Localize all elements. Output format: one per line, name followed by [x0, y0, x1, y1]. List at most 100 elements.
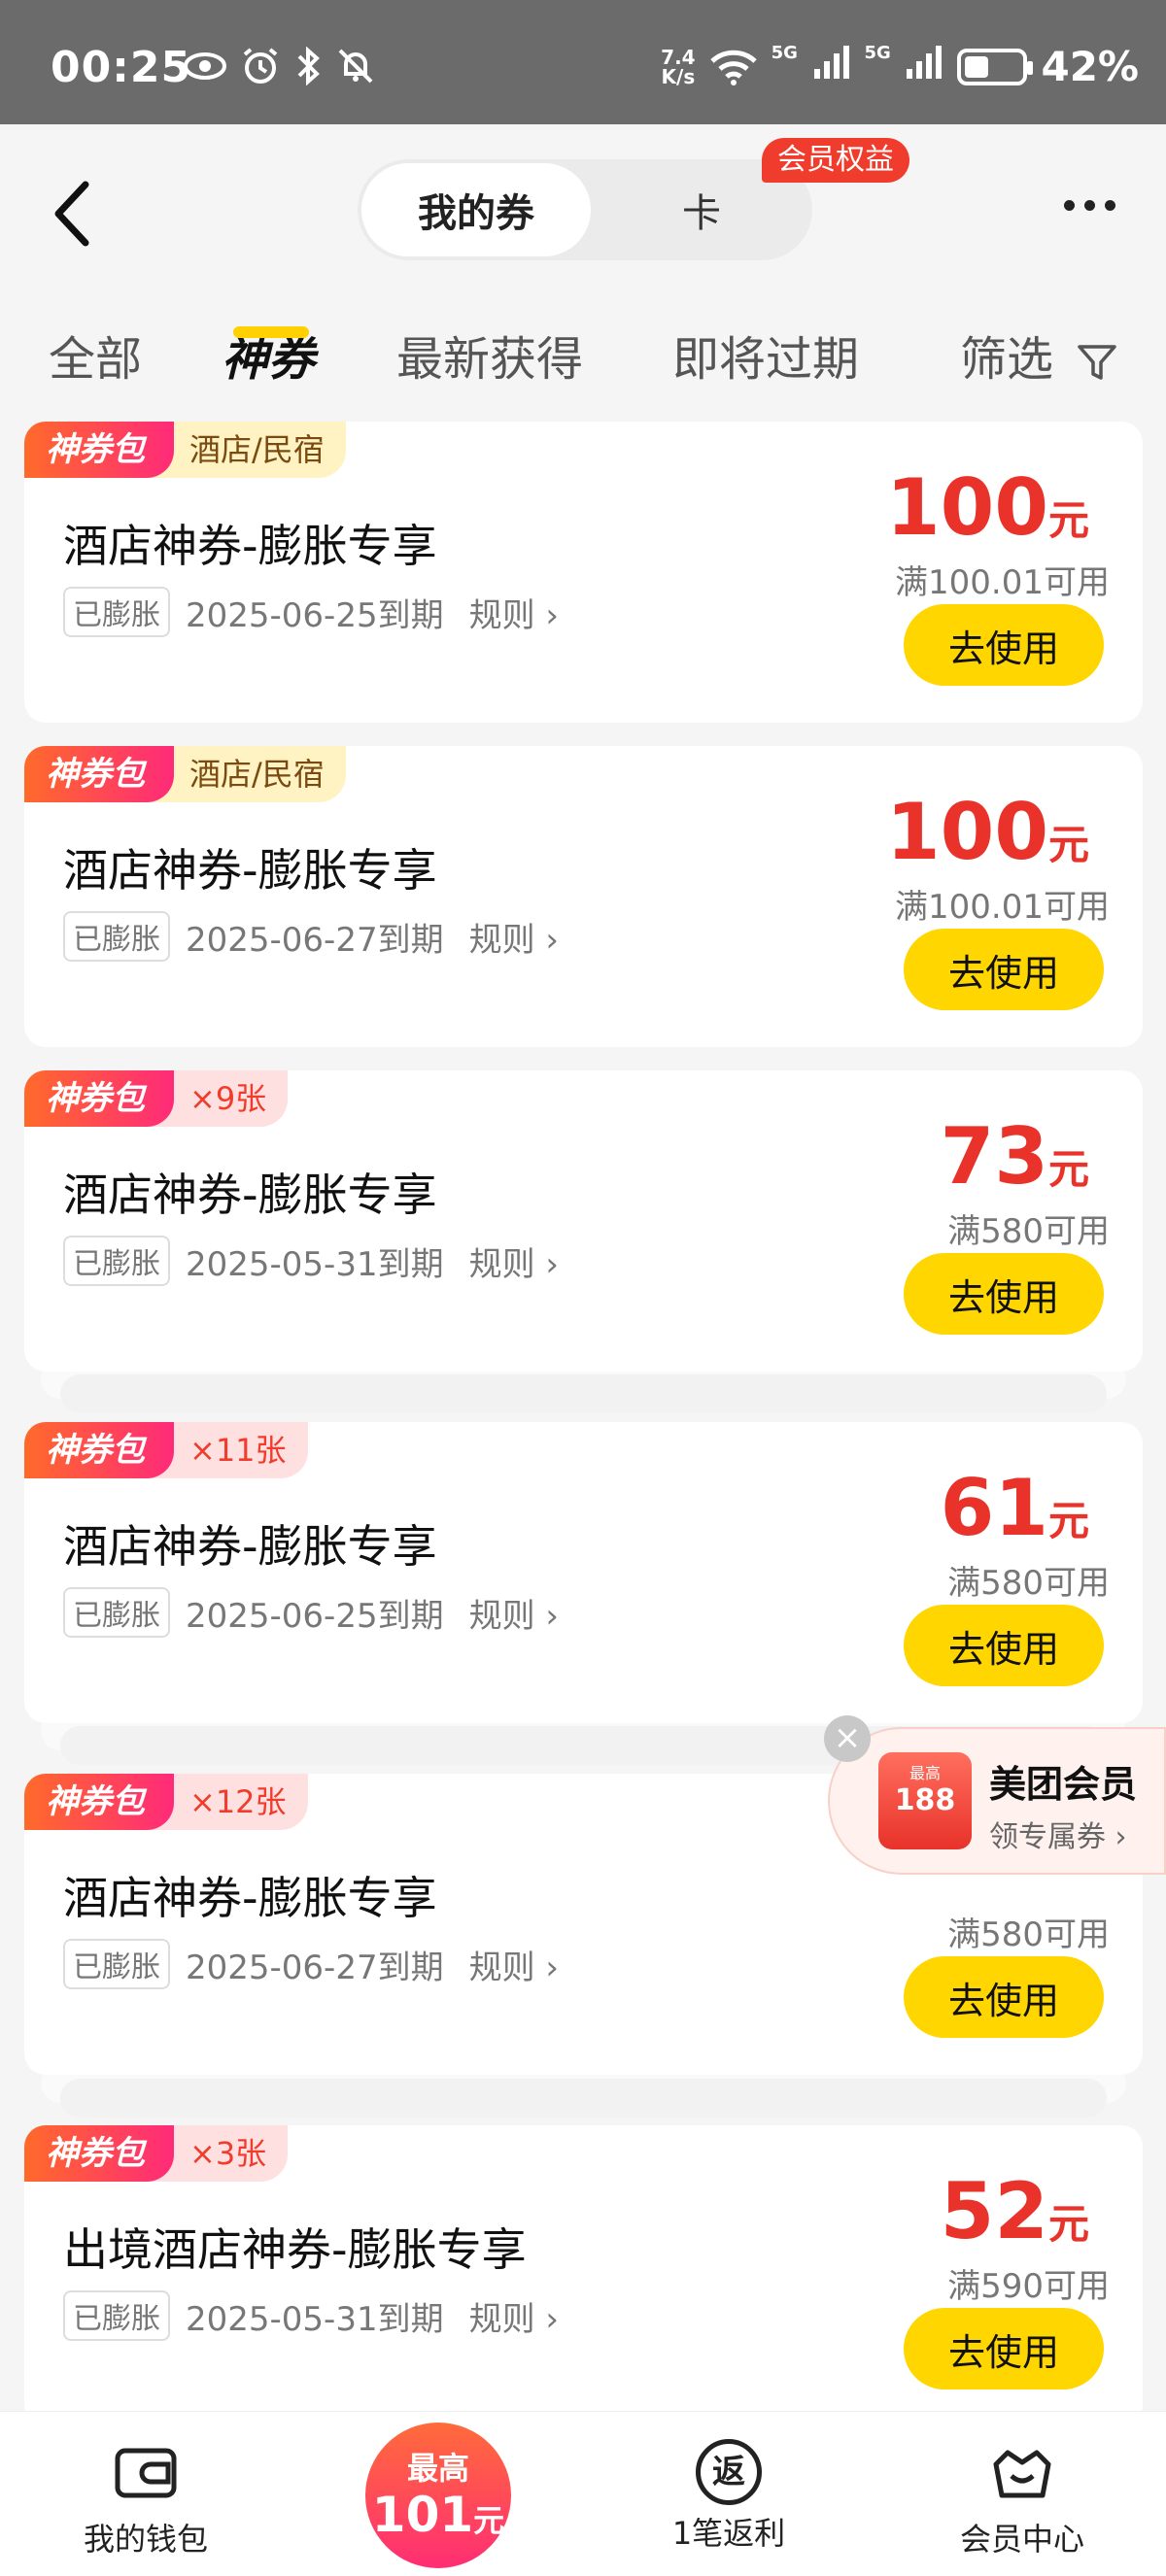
coupon-amount: 61元 [941, 1463, 1089, 1553]
coupon-card[interactable]: 神券包 ×3张 出境酒店神券-膨胀专享 已膨胀 2025-05-31到期 规则 … [24, 2125, 1143, 2426]
use-button[interactable]: 去使用 [904, 929, 1104, 1010]
coupon-title: 酒店神券-膨胀专享 [63, 1169, 437, 1221]
expanded-chip: 已膨胀 [63, 1939, 170, 1989]
coupon-card[interactable]: 神券包 ×9张 酒店神券-膨胀专享 已膨胀 2025-05-31到期 规则 › … [24, 1070, 1143, 1372]
nav-member-center[interactable]: 会员中心 [925, 2412, 1119, 2559]
rules-label: 规则 [468, 1244, 535, 1284]
chevron-right-icon: › [545, 1244, 560, 1284]
use-button[interactable]: 去使用 [904, 604, 1104, 686]
nav-rebate[interactable]: 返 1笔返利 [632, 2412, 826, 2554]
expanded-chip: 已膨胀 [63, 2290, 170, 2341]
amount-value: 52 [940, 2166, 1048, 2256]
status-right: 7.4 K/s 5G 5G 42% [661, 43, 1139, 90]
coupon-card[interactable]: 神券包 酒店/民宿 酒店神券-膨胀专享 已膨胀 2025-06-25到期 规则 … [24, 422, 1143, 723]
chevron-right-icon: › [545, 595, 560, 635]
close-float-button[interactable]: × [824, 1715, 871, 1762]
coupon-pack-tag: 神券包 [24, 1774, 174, 1830]
coupon-amount: 100元 [886, 787, 1089, 877]
signal-1: 5G [772, 43, 851, 90]
coupon-category-tag: 酒店/民宿 [151, 746, 346, 802]
status-icons [183, 47, 375, 85]
coupon-pack-tag: 神券包 [24, 746, 174, 802]
tab-expiring[interactable]: 即将过期 [672, 321, 859, 389]
tab-all[interactable]: 全部 [49, 321, 142, 389]
coupon-meta: 已膨胀 2025-06-27到期 规则 › [63, 1939, 559, 1989]
amount-value: 61 [940, 1463, 1048, 1553]
amount-unit: 元 [1047, 1497, 1089, 1544]
nav-center-promo[interactable]: 最高 101元 [365, 2423, 511, 2568]
signal-2-label: 5G [864, 43, 891, 63]
member-float-widget[interactable]: 最高 188 美团会员 领专属券 › [828, 1727, 1166, 1875]
bottom-nav: 我的钱包 返 1笔返利 会员中心 [0, 2411, 1166, 2576]
rules-label: 规则 [468, 595, 535, 635]
use-button[interactable]: 去使用 [904, 1605, 1104, 1686]
amount-unit: 元 [1047, 1145, 1089, 1193]
battery-percent: 42% [1041, 43, 1139, 90]
rebate-icon: 返 [696, 2439, 762, 2505]
filter-tabs: 全部 神券 最新获得 即将过期 筛选 [0, 299, 1166, 396]
coupon-amount: 100元 [886, 462, 1089, 553]
nav-member-label: 会员中心 [959, 2521, 1084, 2558]
coupon-amount: 73元 [941, 1111, 1089, 1202]
segment-my-coupons[interactable]: 我的券 [361, 163, 591, 256]
close-icon: × [833, 1718, 862, 1757]
active-tab-indicator [233, 326, 309, 338]
more-button[interactable] [1064, 200, 1115, 211]
use-button[interactable]: 去使用 [904, 1253, 1104, 1335]
coupon-pack-tag: 神券包 [24, 2125, 174, 2182]
coupon-expiry: 2025-06-27到期 [186, 1948, 444, 1987]
back-button[interactable] [47, 175, 105, 253]
wallet-icon [115, 2448, 177, 2498]
expanded-chip: 已膨胀 [63, 1236, 170, 1286]
coupon-category-tag: 酒店/民宿 [151, 422, 346, 478]
rules-link[interactable]: 规则 › [469, 1941, 559, 1988]
rules-label: 规则 [468, 1596, 535, 1636]
coupon-expiry: 2025-05-31到期 [186, 1244, 444, 1284]
wifi-icon [709, 50, 757, 85]
tab-filter[interactable]: 筛选 [960, 321, 1118, 389]
net-speed-unit: K/s [661, 64, 696, 88]
signal-bars-icon [907, 46, 943, 79]
use-button[interactable]: 去使用 [904, 1956, 1104, 2038]
rules-link[interactable]: 规则 › [469, 589, 559, 636]
coupon-condition: 满580可用 [947, 1564, 1110, 1603]
signal-bars-icon [813, 46, 849, 79]
coupon-expiry: 2025-06-25到期 [186, 1596, 444, 1636]
promo-unit: 元 [473, 2502, 505, 2539]
stack-layer [60, 1374, 1107, 1413]
expanded-chip: 已膨胀 [63, 1587, 170, 1638]
chevron-right-icon: › [545, 920, 560, 960]
member-subtitle-text: 领专属券 [989, 1820, 1106, 1854]
dot-icon [1084, 200, 1095, 211]
coupon-meta: 已膨胀 2025-06-27到期 规则 › [63, 911, 559, 962]
promo-amount: 101 [371, 2487, 474, 2543]
coupon-card[interactable]: 神券包 ×11张 酒店神券-膨胀专享 已膨胀 2025-06-25到期 规则 ›… [24, 1422, 1143, 1723]
crown-basket-icon [993, 2450, 1051, 2498]
rules-link[interactable]: 规则 › [469, 913, 559, 961]
coupon-meta: 已膨胀 2025-06-25到期 规则 › [63, 1587, 559, 1638]
nav-wallet[interactable]: 我的钱包 [49, 2412, 243, 2559]
net-speed-value: 7.4 [661, 45, 696, 69]
coupon-title: 酒店神券-膨胀专享 [63, 1520, 437, 1573]
amount-unit: 元 [1047, 496, 1089, 544]
rules-link[interactable]: 规则 › [469, 1237, 559, 1285]
amount-unit: 元 [1047, 821, 1089, 868]
rules-label: 规则 [468, 2299, 535, 2339]
member-subtitle: 领专属券 › [989, 1813, 1127, 1855]
expanded-chip: 已膨胀 [63, 587, 170, 637]
member-benefits-badge[interactable]: 会员权益 [762, 138, 909, 183]
coupon-pack-tag: 神券包 [24, 1422, 174, 1478]
rules-label: 规则 [468, 920, 535, 960]
dot-icon [1105, 200, 1115, 211]
rules-link[interactable]: 规则 › [469, 1589, 559, 1637]
coupon-card[interactable]: 神券包 酒店/民宿 酒店神券-膨胀专享 已膨胀 2025-06-27到期 规则 … [24, 746, 1143, 1047]
member-icon-label: 最高 [909, 1764, 941, 1782]
coupon-condition: 满580可用 [947, 1915, 1110, 1954]
nav-rebate-label: 1笔返利 [671, 2515, 786, 2552]
use-button[interactable]: 去使用 [904, 2308, 1104, 2390]
coupon-count-tag: ×11张 [151, 1422, 308, 1478]
amount-value: 73 [940, 1111, 1048, 1202]
status-time: 00:25 [51, 43, 192, 92]
rules-link[interactable]: 规则 › [469, 2292, 559, 2340]
tab-latest[interactable]: 最新获得 [396, 321, 583, 389]
